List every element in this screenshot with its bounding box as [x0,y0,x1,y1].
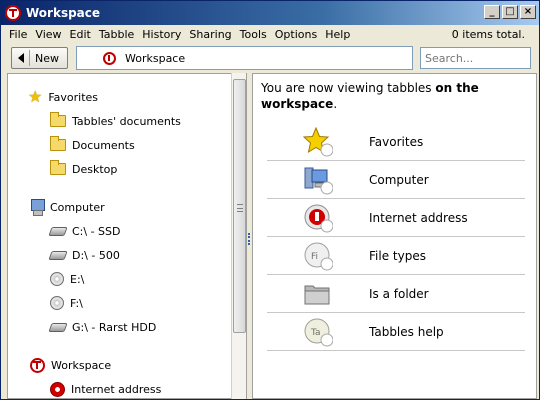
command-file-types[interactable]: Fi File types [267,237,525,275]
tree-item-label: D:\ - 500 [72,248,120,262]
computer-icon [304,167,333,195]
new-button[interactable]: New [11,47,68,69]
filetypes-icon-text: Fi [311,252,318,262]
tabbles-logo-icon [5,5,21,21]
app-window: Workspace _ □ × File View Edit Tabble Hi… [0,0,540,400]
command-is-a-folder[interactable]: Is a folder [267,275,525,313]
menu-bar: File View Edit Tabble History Sharing To… [1,25,539,44]
search-input[interactable] [420,47,531,69]
tree-item-drive-d[interactable]: D:\ - 500 [48,246,120,264]
hard-drive-icon [48,322,68,332]
tree-item-label: Documents [72,138,135,152]
scrollbar-thumb[interactable] [233,79,246,333]
menu-tools[interactable]: Tools [236,28,271,41]
tree-item-label: C:\ - SSD [72,224,121,238]
close-button[interactable]: × [520,5,536,19]
grip-icon [237,204,243,212]
tree-item-label: Desktop [72,162,118,176]
tree-item-label: Internet address [71,382,162,396]
menu-options[interactable]: Options [271,28,321,41]
sidebar-tree: ★ Favorites Tabbles' documents Documents… [7,73,247,399]
items-total-status: 0 items total. [451,28,525,41]
tree-item-internet-address[interactable]: Internet address [50,380,161,398]
tree-item-label: E:\ [70,272,85,286]
back-arrow-icon [18,53,24,63]
internet-icon [304,204,333,233]
address-text: Workspace [125,51,186,65]
main-panel: You are now viewing tabbles on the works… [252,73,537,399]
tree-item-drive-g[interactable]: G:\ - Rarst HDD [48,318,157,336]
tree-item-drive-f[interactable]: F:\ [50,294,83,312]
filetypes-icon: Fi [304,242,333,271]
cd-drive-icon [50,296,64,310]
title-bar[interactable]: Workspace _ □ × [1,1,539,25]
tree-item-desktop[interactable]: Desktop [50,160,117,178]
tree-item-label: F:\ [70,296,83,310]
address-bar[interactable]: Workspace [76,46,413,70]
command-label: Internet address [369,210,468,225]
star-icon: ★ [28,87,43,106]
command-internet-address[interactable]: Internet address [267,199,525,237]
menu-view[interactable]: View [31,28,65,41]
star-icon [303,127,333,157]
menu-sharing[interactable]: Sharing [185,28,235,41]
command-label: Is a folder [369,286,429,301]
menu-history[interactable]: History [138,28,185,41]
folder-icon [304,285,330,305]
hard-drive-icon [48,226,68,236]
tree-item-label: G:\ - Rarst HDD [72,320,157,334]
help-icon: Ta [304,318,333,347]
tabbles-icon [30,357,45,373]
command-favorites[interactable]: Favorites [267,123,525,161]
menu-file[interactable]: File [5,28,31,41]
tree-item-drive-c[interactable]: C:\ - SSD [48,222,121,240]
minimize-button[interactable]: _ [484,5,500,19]
button-divider [29,50,30,66]
tree-item-computer[interactable]: Computer [30,198,105,216]
menu-help[interactable]: Help [321,28,354,41]
menu-tabble[interactable]: Tabble [95,28,138,41]
window-controls: _ □ × [484,5,536,19]
menu-edit[interactable]: Edit [66,28,95,41]
command-label: Computer [369,172,429,187]
tree-item-workspace[interactable]: Workspace [30,356,111,374]
tree-item-label: Computer [50,200,105,214]
command-label: Tabbles help [369,324,444,339]
tree-item-drive-e[interactable]: E:\ [50,270,84,288]
folder-icon [50,112,66,127]
command-tabbles-help[interactable]: Ta Tabbles help [267,313,525,351]
maximize-button[interactable]: □ [502,5,518,19]
folder-icon [50,160,66,175]
hard-drive-icon [48,250,68,260]
sidebar-scrollbar[interactable] [231,73,246,399]
panel-splitter[interactable] [248,233,251,245]
computer-icon [30,199,45,216]
command-label: File types [369,248,426,263]
info-prefix: You are now viewing tabbles [261,81,436,95]
tree-item-documents[interactable]: Documents [50,136,135,154]
tree-item-label: Tabbles' documents [72,114,181,128]
tree-item-label: Workspace [51,358,112,372]
toolbar: New Workspace [1,44,539,73]
new-button-label: New [35,51,59,65]
tabbles-icon [103,52,116,65]
internet-address-icon [50,381,65,397]
command-label: Favorites [369,134,424,149]
info-suffix: . [333,97,338,111]
tree-item-label: Favorites [48,90,99,104]
folder-icon [50,136,66,151]
cd-drive-icon [50,272,64,286]
workspace-info: You are now viewing tabbles on the works… [261,80,531,112]
window-title: Workspace [26,6,101,20]
help-icon-text: Ta [310,328,321,338]
tree-item-tabbles-documents[interactable]: Tabbles' documents [50,112,181,130]
tree-item-favorites[interactable]: ★ Favorites [28,88,98,106]
command-computer[interactable]: Computer [267,161,525,199]
